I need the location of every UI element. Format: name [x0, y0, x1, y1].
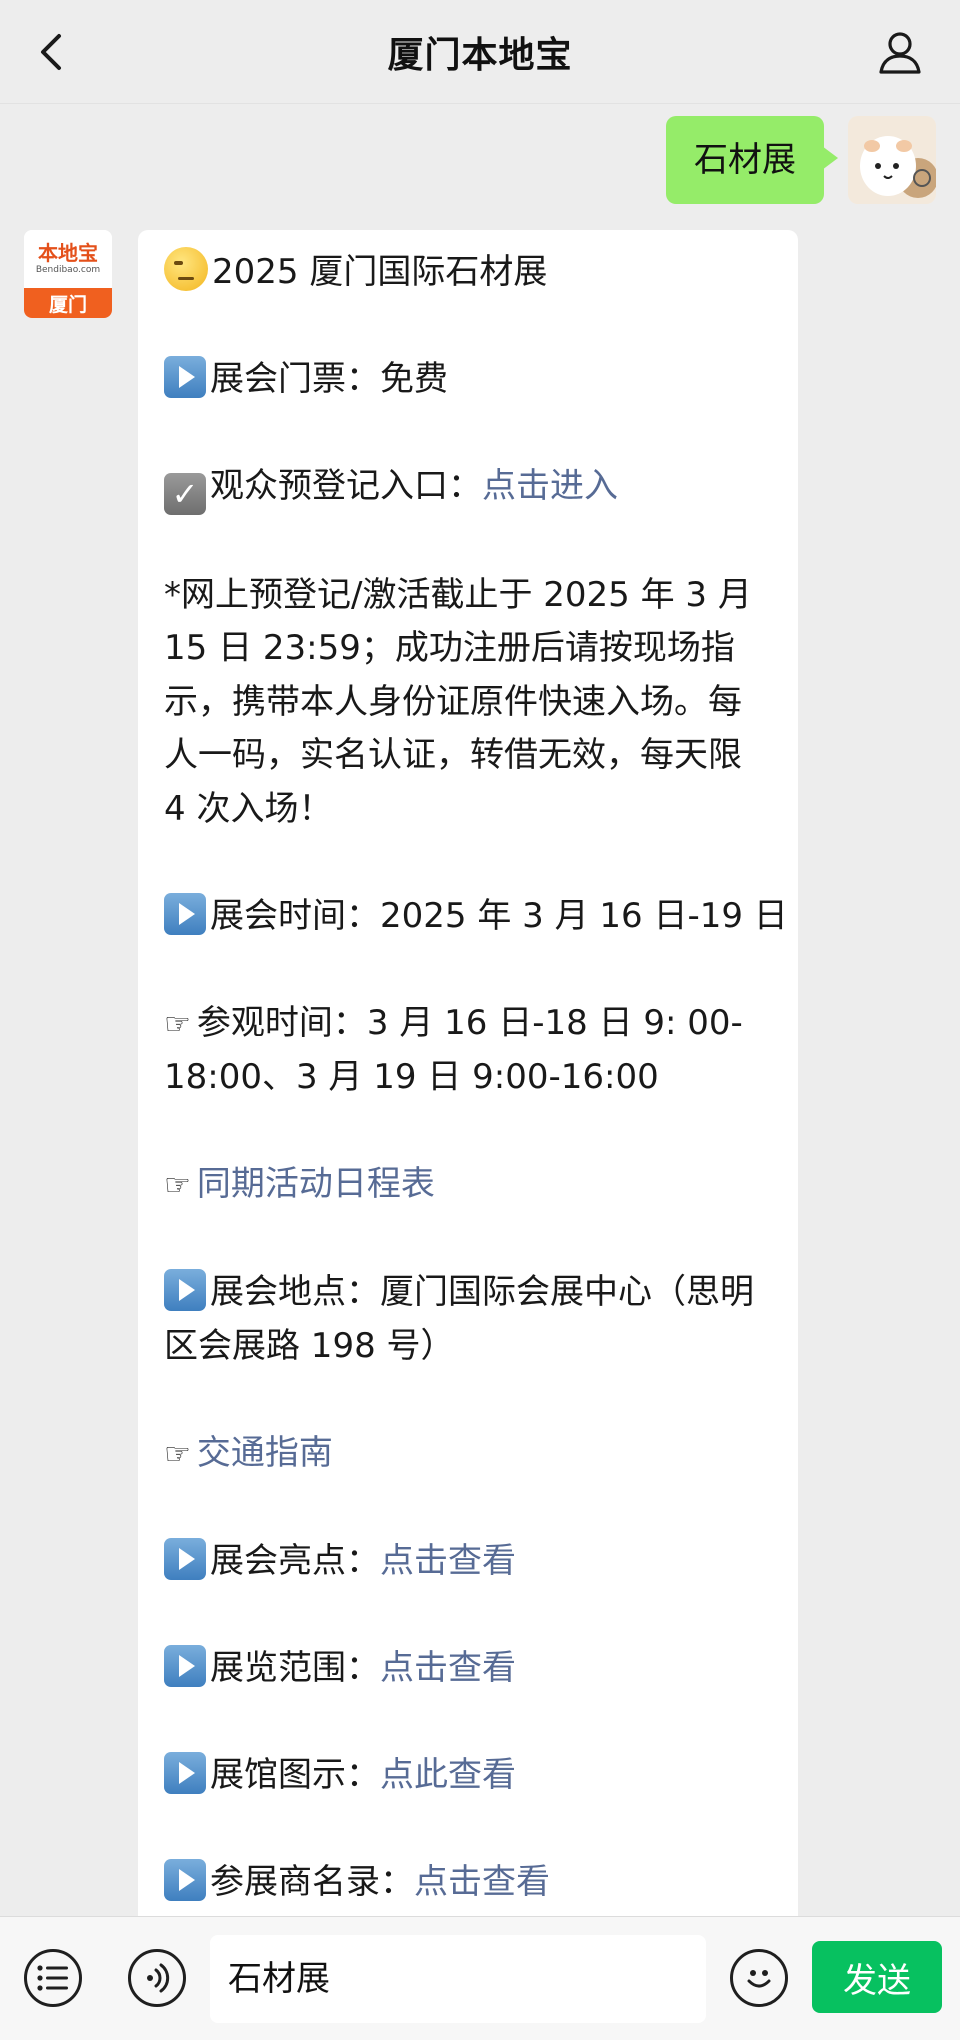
scope-link[interactable]: 点击查看 [380, 1648, 516, 1688]
voice-icon [147, 1963, 170, 1993]
play-icon [164, 892, 206, 935]
scope-line: 展览范围：点击查看 [164, 1642, 772, 1696]
message-title: 2025 厦门国际石材展 [212, 252, 548, 292]
thinking-emoji-icon [164, 247, 208, 291]
ticket-label: 展会门票： [210, 359, 380, 399]
highlights-link[interactable]: 点击查看 [380, 1541, 516, 1581]
bot-avatar-city: 厦门 [24, 288, 112, 318]
scope-label: 展览范围： [210, 1647, 380, 1688]
registration-notice: *网上预登记/激活截止于 2025 年 3 月 15 日 23:59；成功注册后… [164, 574, 752, 829]
pointing-hand-icon: ☞ [164, 1006, 191, 1042]
profile-button[interactable] [870, 22, 930, 82]
hall-map-line: 展馆图示：点此查看 [164, 1749, 772, 1803]
pointing-hand-icon: ☞ [164, 1436, 191, 1472]
voice-button[interactable] [128, 1949, 186, 2007]
play-icon [164, 1751, 206, 1794]
registration-label: 观众预登记入口： [210, 466, 482, 506]
schedule-link[interactable]: 同期活动日程表 [197, 1164, 435, 1204]
exhibitors-line: 参展商名录：点击查看 [164, 1856, 772, 1910]
visit-time-line: ☞ 参观时间：3 月 16 日-18 日 9: 00-18:00、3 月 19 日… [164, 997, 772, 1105]
bot-avatar-brand: 本地宝 [38, 241, 98, 265]
user-avatar[interactable] [848, 116, 936, 204]
registration-line: ✓ 观众预登记入口：点击进入 [164, 460, 772, 515]
highlights-label: 展会亮点： [210, 1540, 380, 1581]
outgoing-message-bubble[interactable]: 石材展 [666, 116, 838, 204]
smiley-icon [747, 1970, 771, 1988]
exhibitors-label: 参展商名录： [210, 1861, 414, 1902]
bot-avatar[interactable]: 本地宝 Bendibao.com 厦门 [24, 230, 112, 318]
schedule-line: ☞ 同期活动日程表 [164, 1158, 772, 1213]
traffic-line: ☞ 交通指南 [164, 1427, 772, 1482]
chat-title: 厦门本地宝 [387, 34, 573, 76]
chevron-left-icon [41, 34, 61, 70]
outgoing-message-row: 石材展 [666, 116, 936, 204]
outgoing-message-text: 石材展 [694, 140, 796, 180]
hall-map-link[interactable]: 点此查看 [380, 1755, 516, 1795]
venue-line: 展会地点：厦门国际会展中心（思明区会展路 198 号） [164, 1266, 772, 1373]
traffic-guide-link[interactable]: 交通指南 [197, 1433, 333, 1473]
exhibition-time: 展会时间：2025 年 3 月 16 日-19 日 [210, 895, 788, 936]
venue: 展会地点：厦门国际会展中心（思明区会展路 198 号） [164, 1272, 754, 1366]
checkbox-icon: ✓ [164, 473, 206, 515]
play-icon [164, 1644, 206, 1687]
menu-button[interactable] [24, 1949, 82, 2007]
back-button[interactable] [22, 22, 82, 82]
pointing-hand-icon: ☞ [164, 1168, 191, 1203]
ticket-line: 展会门票：免费 [164, 353, 772, 407]
visit-time: 参观时间：3 月 16 日-18 日 9: 00-18:00、3 月 19 日 … [164, 1002, 743, 1098]
play-icon [164, 1537, 206, 1580]
hall-map-label: 展馆图示： [210, 1754, 380, 1795]
send-button[interactable]: 发送 [812, 1941, 942, 2013]
play-icon [164, 1269, 206, 1311]
bot-avatar-domain: Bendibao.com [35, 265, 101, 275]
incoming-message-bubble: 2025 厦门国际石材展 展会门票：免费 ✓ 观众预登记入口：点击进入 *网上预登… [138, 230, 798, 1930]
emoji-button[interactable] [730, 1949, 788, 2007]
highlights-line: 展会亮点：点击查看 [164, 1535, 772, 1589]
registration-link[interactable]: 点击进入 [482, 466, 618, 506]
exhibitors-link[interactable]: 点击查看 [414, 1862, 550, 1902]
exhibition-time-line: 展会时间：2025 年 3 月 16 日-19 日 [164, 890, 788, 944]
message-input[interactable]: 石材展 [210, 1935, 706, 2023]
list-icon [37, 1965, 68, 1991]
chat-header: 厦门本地宝 [0, 0, 960, 104]
person-icon [879, 32, 921, 74]
user-avatar-image [848, 116, 936, 204]
message-title-line: 2025 厦门国际石材展 [164, 246, 772, 300]
play-icon [164, 1858, 206, 1901]
bot-avatar-logo: 本地宝 Bendibao.com [24, 230, 112, 288]
play-icon [164, 356, 206, 398]
input-bar: 石材展 发送 [0, 1916, 960, 2040]
ticket-value: 免费 [380, 359, 448, 399]
